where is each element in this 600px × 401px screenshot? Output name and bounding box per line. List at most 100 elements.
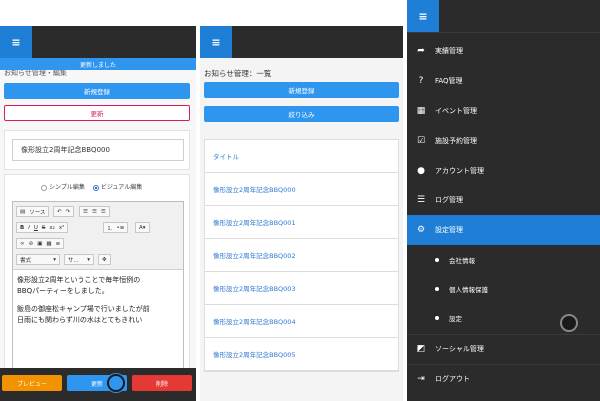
nav-item-settings[interactable]: ⚙ 設定管理 xyxy=(407,215,600,245)
nav-item-faq[interactable]: ? FAQ管理 xyxy=(407,66,600,96)
title-input[interactable]: 像形設立2周年記念BBQ000 xyxy=(12,139,184,161)
nav-item-social[interactable]: ◩ ソーシャル管理 xyxy=(407,334,600,364)
editor-line-3: 飯島の御座松キャンプ場で行いましたが前 xyxy=(17,305,150,313)
gear-icon: ⚙ xyxy=(416,225,426,235)
editor-line-1: 像形設立2周年ということで毎年恒例の xyxy=(17,276,141,284)
external-link-icon: ◩ xyxy=(416,344,426,354)
menu-icon[interactable]: ≡ xyxy=(0,26,32,58)
format-select[interactable]: 書式 ▾ xyxy=(16,254,60,265)
text-color-icon: A▾ xyxy=(139,224,146,231)
editor-mode-toggle: シンプル編集 ビジュアル編集 xyxy=(41,182,142,191)
question-icon: ? xyxy=(418,76,424,86)
bullet-icon xyxy=(435,258,439,262)
update-button[interactable]: 更新 xyxy=(4,105,190,121)
nav-item-label: ログアウト xyxy=(435,375,470,383)
undo-icon[interactable]: ↶ xyxy=(57,209,62,215)
edit-topbar: ≡ xyxy=(0,26,196,58)
nav-item-label: FAQ管理 xyxy=(435,77,463,85)
user-icon: ● xyxy=(417,166,425,176)
hr-icon: ≡ xyxy=(55,240,61,247)
image-icon: ▣ xyxy=(37,240,43,247)
nav-subitem-privacy[interactable]: 個人情報保護 xyxy=(407,274,600,304)
nav-item-label: ログ管理 xyxy=(435,196,463,204)
list-item[interactable]: 像形設立2周年記念BBQ000 xyxy=(205,173,398,206)
text-color-button[interactable]: A▾ xyxy=(135,222,150,233)
align-left-icon[interactable]: ☰ xyxy=(83,209,88,215)
touch-cursor xyxy=(560,314,578,332)
update-toast: 更新しました xyxy=(0,58,196,70)
page-title: お知らせ管理：一覧 xyxy=(204,69,272,78)
unlink-icon: ⊘ xyxy=(28,240,34,247)
nav-item-reservations[interactable]: ☑ 施設予約管理 xyxy=(407,126,600,156)
list-item[interactable]: 像形設立2周年記念BBQ005 xyxy=(205,338,398,371)
align-center-icon[interactable]: ☰ xyxy=(92,209,97,215)
superscript-icon: x² xyxy=(58,224,65,231)
nav-item-events[interactable]: ▦ イベント管理 xyxy=(407,96,600,126)
list-item[interactable]: 像形設立2周年記念BBQ003 xyxy=(205,272,398,305)
nav-item-label: イベント管理 xyxy=(435,107,477,115)
link-icon: ∞ xyxy=(20,240,25,247)
action-bar: プレビュー 更新 削除 xyxy=(0,368,196,401)
numbered-list-icon: ⒈ xyxy=(107,225,113,232)
bold-icon: B xyxy=(20,224,25,231)
source-button[interactable]: ▤ ソース xyxy=(16,206,50,217)
editor-line-2: BBQパーティーをしました。 xyxy=(17,287,109,295)
insert-group[interactable]: ∞ ⊘ ▣ ▦ ≡ xyxy=(16,238,65,249)
nav-item-label: 設定管理 xyxy=(435,226,463,234)
menu-icon[interactable]: ≡ xyxy=(200,26,232,58)
bullet-icon xyxy=(435,316,439,320)
list-item[interactable]: 像形設立2周年記念BBQ002 xyxy=(205,239,398,272)
align-group[interactable]: ☰ ☰ ☰ xyxy=(79,206,110,217)
strike-icon: S xyxy=(41,224,46,231)
delete-button[interactable]: 削除 xyxy=(132,375,192,391)
list-item[interactable]: 像形設立2周年記念BBQ001 xyxy=(205,206,398,239)
rich-text-editor[interactable]: ▤ ソース ↶ ↷ ☰ ☰ ☰ B I U Sx₂ x² ⒈ •≡ A▾ ∞ ⊘ ▣ ▦ ≡ 書式 ▾ サ.… xyxy=(12,201,184,381)
table-icon: ▦ xyxy=(46,240,52,247)
list-group[interactable]: ⒈ •≡ xyxy=(103,222,129,233)
nav-subitem-label: 設定 xyxy=(449,315,462,323)
nav-subitem-label: 会社情報 xyxy=(449,257,475,265)
redo-icon[interactable]: ↷ xyxy=(66,209,71,215)
menu-icon[interactable]: ≡ xyxy=(407,0,439,32)
nav-item-label: 実績管理 xyxy=(435,47,463,55)
subscript-icon: x₂ xyxy=(49,224,55,231)
nav-panel: ≡ ➦ 実績管理 ? FAQ管理 ▦ イベント管理 ☑ 施設予約管理 ● アカウ… xyxy=(407,0,600,401)
body-card: シンプル編集 ビジュアル編集 ▤ ソース ↶ ↷ ☰ ☰ ☰ B I U Sx₂ x² ⒈ •≡ … xyxy=(4,174,190,381)
nav-item-label: ソーシャル管理 xyxy=(435,345,484,353)
calendar-icon: ▦ xyxy=(416,106,426,116)
nav-item-logout[interactable]: ⇥ ログアウト xyxy=(407,364,600,394)
touch-cursor xyxy=(107,374,125,392)
new-button[interactable]: 新規登録 xyxy=(204,82,399,98)
new-button[interactable]: 新規登録 xyxy=(4,83,190,99)
maximize-icon[interactable]: ✥ xyxy=(98,254,111,265)
list-icon: ☰ xyxy=(416,195,426,205)
logout-icon: ⇥ xyxy=(417,374,425,384)
editor-toolbar: ▤ ソース ↶ ↷ ☰ ☰ ☰ B I U Sx₂ x² ⒈ •≡ A▾ ∞ ⊘ ▣ ▦ ≡ 書式 ▾ サ.… xyxy=(13,202,183,270)
news-list: タイトル 像形設立2周年記念BBQ000 像形設立2周年記念BBQ001 像形設… xyxy=(204,139,399,372)
list-panel: ≡ お知らせ管理：一覧 新規登録 絞り込み タイトル 像形設立2周年記念BBQ0… xyxy=(200,26,403,401)
share-icon: ➦ xyxy=(417,46,425,56)
nav-item-label: アカウント管理 xyxy=(435,167,484,175)
nav-subitem-company[interactable]: 会社情報 xyxy=(407,245,600,275)
edit-panel: ≡ お知らせ管理・編集 更新しました 新規登録 更新 像形設立2周年記念BBQ0… xyxy=(0,26,196,401)
nav-item-logs[interactable]: ☰ ログ管理 xyxy=(407,185,600,215)
size-select[interactable]: サ... ▾ xyxy=(64,254,94,265)
nav-item-accounts[interactable]: ● アカウント管理 xyxy=(407,156,600,186)
undo-redo-group[interactable]: ↶ ↷ xyxy=(53,206,75,217)
list-header: タイトル xyxy=(205,140,398,173)
filter-button[interactable]: 絞り込み xyxy=(204,106,399,122)
simple-mode-radio[interactable]: シンプル編集 xyxy=(41,182,85,191)
nav-subitem-label: 個人情報保護 xyxy=(449,286,488,294)
visual-mode-radio[interactable]: ビジュアル編集 xyxy=(92,182,142,191)
bullet-icon xyxy=(435,287,439,291)
nav-item-results[interactable]: ➦ 実績管理 xyxy=(407,36,600,66)
align-right-icon[interactable]: ☰ xyxy=(101,209,106,215)
italic-icon: I xyxy=(28,224,30,231)
text-style-group[interactable]: B I U Sx₂ x² xyxy=(16,222,69,233)
underline-icon: U xyxy=(33,224,38,231)
title-card: 像形設立2周年記念BBQ000 xyxy=(4,130,190,170)
list-item[interactable]: 像形設立2周年記念BBQ004 xyxy=(205,305,398,338)
preview-button[interactable]: プレビュー xyxy=(2,375,62,391)
nav-item-label: 施設予約管理 xyxy=(435,137,477,145)
calendar-check-icon: ☑ xyxy=(416,136,426,146)
